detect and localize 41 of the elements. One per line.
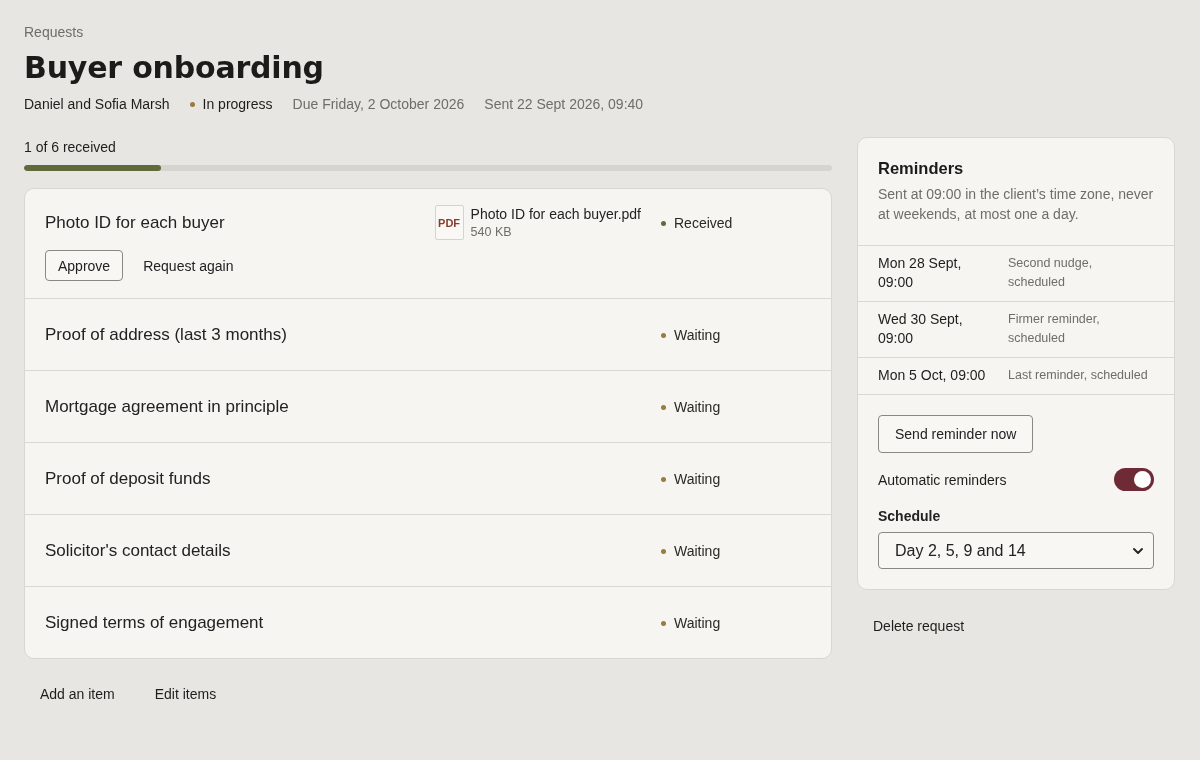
link-button[interactable]: Request again	[127, 250, 250, 281]
reminder-date: Mon 28 Sept, 09:00	[878, 254, 963, 292]
item-title: Solicitor's contact details	[45, 540, 232, 562]
item-status: Waiting	[674, 543, 721, 559]
list-action-button[interactable]: Edit items	[138, 676, 233, 712]
delete-request-button[interactable]: Delete request	[857, 608, 981, 644]
page-title: Buyer onboarding	[24, 50, 324, 86]
send-reminder-button[interactable]: Send reminder now	[878, 415, 1034, 453]
action-button[interactable]: Approve	[45, 250, 124, 281]
item-status: Waiting	[674, 471, 721, 487]
toggle-switch[interactable]	[1114, 468, 1154, 491]
item-status: Waiting	[674, 615, 721, 631]
item-title: Photo ID for each buyer	[45, 212, 226, 234]
panel-description: Sent at 09:00 in the client’s time zone, never at weekends, at most one a day.	[878, 185, 1154, 224]
chevron-down-icon	[1133, 547, 1143, 554]
item-title: Mortgage agreement in principle	[45, 396, 290, 418]
reminder-note: Firmer reminder, scheduled	[1008, 311, 1101, 347]
item-status: Waiting	[674, 327, 721, 343]
file-type-tile: PDF	[434, 205, 464, 240]
item-status: Waiting	[674, 399, 721, 415]
reminder-note: Last reminder, scheduled	[1008, 367, 1148, 384]
reminder-date: Mon 5 Oct, 09:00	[878, 366, 987, 385]
schedule-select[interactable]: Day 2, 5, 9 and 14	[878, 532, 1154, 569]
client-name: Daniel and Sofia Marsh	[24, 95, 170, 114]
request-status: In progress	[202, 95, 273, 114]
toggle-label: Automatic reminders	[878, 470, 1007, 490]
progress-label: 1 of 6 received	[24, 138, 117, 157]
file-size: 540 KB	[470, 224, 513, 241]
field-label: Schedule	[878, 507, 942, 526]
list-action-button[interactable]: Add an item	[24, 676, 131, 712]
file-name[interactable]: Photo ID for each buyer.pdf	[470, 205, 641, 223]
item-title: Proof of address (last 3 months)	[45, 324, 288, 346]
panel-title: Reminders	[878, 158, 965, 179]
item-status: Received	[674, 215, 733, 231]
reminder-date: Wed 30 Sept, 09:00	[878, 310, 964, 348]
item-title: Proof of deposit funds	[45, 468, 212, 490]
due-date: Due Friday, 2 October 2026	[292, 95, 465, 114]
sent-date: Sent 22 Sept 2026, 09:40	[484, 95, 644, 114]
item-title: Signed terms of engagement	[45, 612, 265, 634]
breadcrumb-link[interactable]: Requests	[24, 24, 84, 40]
reminder-note: Second nudge, scheduled	[1008, 255, 1094, 291]
